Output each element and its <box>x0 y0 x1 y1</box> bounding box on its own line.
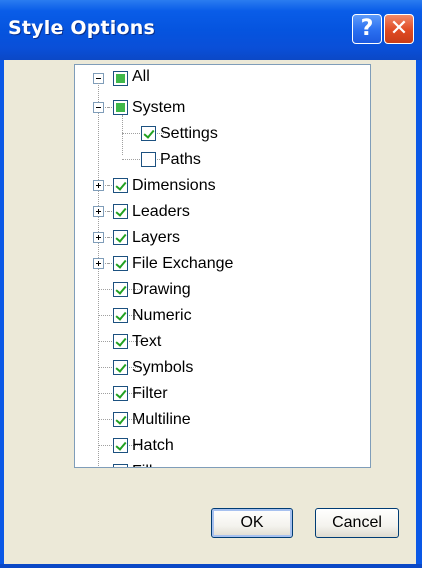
tree-item-system[interactable]: System <box>75 97 345 123</box>
ok-button[interactable]: OK <box>211 508 293 538</box>
tree-item-fill[interactable]: Fill <box>75 461 345 467</box>
checkbox-layers[interactable] <box>113 230 128 245</box>
checkbox-dimensions[interactable] <box>113 178 128 193</box>
close-button[interactable]: ✕ <box>384 14 414 44</box>
checkbox-numeric[interactable] <box>113 308 128 323</box>
expand-icon[interactable] <box>93 232 104 243</box>
checkbox-drawing[interactable] <box>113 282 128 297</box>
tree-item-numeric[interactable]: Numeric <box>75 305 345 331</box>
collapse-icon[interactable] <box>93 102 104 113</box>
checkbox-all[interactable] <box>113 71 128 86</box>
tree-item-filter[interactable]: Filter <box>75 383 345 409</box>
tree-item-hatch[interactable]: Hatch <box>75 435 345 461</box>
expand-icon[interactable] <box>93 180 104 191</box>
tree-item-paths[interactable]: Paths <box>75 149 345 175</box>
checkbox-paths[interactable] <box>141 152 156 167</box>
tree-item-drawing[interactable]: Drawing <box>75 279 345 305</box>
tree-item-multiline[interactable]: Multiline <box>75 409 345 435</box>
tree-item-file-exchange[interactable]: File Exchange <box>75 253 345 279</box>
checkbox-file-exchange[interactable] <box>113 256 128 271</box>
title-bar[interactable]: Style Options ? ✕ <box>0 0 422 60</box>
tree-item-label[interactable]: Text <box>132 333 161 351</box>
expand-icon[interactable] <box>93 258 104 269</box>
tree-item-symbols[interactable]: Symbols <box>75 357 345 383</box>
tree-item-label[interactable]: Numeric <box>132 307 192 325</box>
tree-item-leaders[interactable]: Leaders <box>75 201 345 227</box>
checkbox-hatch[interactable] <box>113 438 128 453</box>
checkbox-text[interactable] <box>113 334 128 349</box>
dialog-window: Style Options ? ✕ All System Settings Path… <box>0 0 422 568</box>
expand-icon[interactable] <box>93 206 104 217</box>
checkbox-symbols[interactable] <box>113 360 128 375</box>
help-icon: ? <box>360 16 374 41</box>
checkbox-settings[interactable] <box>141 126 156 141</box>
tree-item-text[interactable]: Text <box>75 331 345 357</box>
checkbox-leaders[interactable] <box>113 204 128 219</box>
tree-item-label[interactable]: Drawing <box>132 281 191 299</box>
tree-item-label[interactable]: Paths <box>160 151 201 169</box>
tree-item-label[interactable]: Multiline <box>132 411 191 429</box>
help-button[interactable]: ? <box>352 14 382 44</box>
checkbox-fill[interactable] <box>113 464 128 467</box>
tree-item-label[interactable]: System <box>132 99 185 117</box>
tree-item-label[interactable]: Filter <box>132 385 168 403</box>
tree-item-layers[interactable]: Layers <box>75 227 345 253</box>
tree-item-dimensions[interactable]: Dimensions <box>75 175 345 201</box>
tree-item-label[interactable]: Leaders <box>132 203 190 221</box>
tree-item-label[interactable]: Dimensions <box>132 177 216 195</box>
cancel-button[interactable]: Cancel <box>315 508 399 538</box>
tree-item-label[interactable]: Layers <box>132 229 180 247</box>
tree-item-label[interactable]: Hatch <box>132 437 174 455</box>
checkbox-system[interactable] <box>113 100 128 115</box>
tree-item-label[interactable]: Settings <box>160 125 218 143</box>
dialog-body: All System Settings Paths Dimensions Leaders… <box>4 60 416 564</box>
tree-item-all-label[interactable]: All <box>132 68 150 86</box>
tree-item-label[interactable]: Symbols <box>132 359 193 377</box>
tree-item-label[interactable]: File Exchange <box>132 255 233 273</box>
close-icon: ✕ <box>389 16 409 41</box>
style-tree-view[interactable]: All System Settings Paths Dimensions Leaders… <box>74 64 371 468</box>
checkbox-multiline[interactable] <box>113 412 128 427</box>
tree-item-settings[interactable]: Settings <box>75 123 345 149</box>
window-title: Style Options <box>8 17 156 39</box>
window-border <box>0 564 422 568</box>
checkbox-filter[interactable] <box>113 386 128 401</box>
tree-item-label[interactable]: Fill <box>132 463 152 467</box>
